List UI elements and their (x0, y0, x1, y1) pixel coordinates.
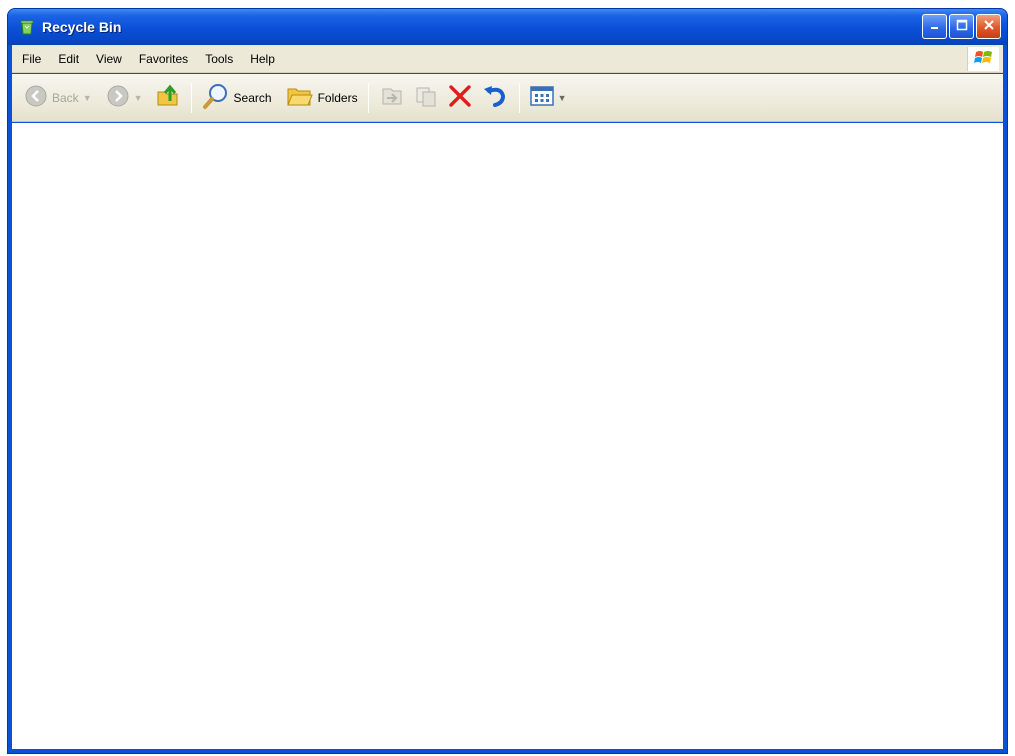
undo-button[interactable] (477, 80, 513, 116)
window-title: Recycle Bin (42, 19, 122, 35)
menu-favorites[interactable]: Favorites (139, 52, 188, 66)
search-button[interactable]: Search (198, 80, 276, 116)
copy-to-icon (413, 83, 439, 112)
recycle-bin-icon (18, 18, 36, 36)
toolbar-separator (518, 82, 520, 113)
forward-dropdown-icon[interactable]: ▼ (134, 93, 143, 103)
title-bar[interactable]: Recycle Bin (8, 9, 1007, 45)
views-button[interactable]: ▼ (526, 80, 571, 116)
folder-content-area[interactable] (12, 123, 1003, 749)
folders-label: Folders (317, 90, 358, 105)
minimize-button[interactable] (922, 14, 947, 39)
folders-button[interactable]: Folders (282, 80, 362, 116)
forward-button[interactable]: ▼ (102, 80, 147, 116)
menu-help[interactable]: Help (250, 52, 275, 66)
up-button[interactable] (151, 80, 185, 116)
back-button[interactable]: Back ▼ (20, 80, 96, 116)
menu-file[interactable]: File (22, 52, 41, 66)
folders-icon (286, 83, 314, 112)
toolbar-separator (367, 82, 369, 113)
move-to-button[interactable] (375, 80, 409, 116)
close-icon (983, 18, 995, 36)
copy-to-button[interactable] (409, 80, 443, 116)
toolbar-separator (190, 82, 192, 113)
maximize-button[interactable] (949, 14, 974, 39)
menu-view[interactable]: View (96, 52, 122, 66)
menu-bar: File Edit View Favorites Tools Help (12, 45, 1003, 73)
back-label: Back (52, 90, 79, 105)
explorer-window: Recycle Bin File Edit View Favorites Too… (7, 8, 1008, 754)
minimize-icon (929, 18, 941, 36)
search-label: Search (233, 90, 272, 105)
views-icon (529, 85, 554, 110)
views-dropdown-icon[interactable]: ▼ (558, 93, 567, 103)
menu-tools[interactable]: Tools (205, 52, 233, 66)
delete-x-icon (447, 83, 473, 112)
move-to-icon (379, 83, 405, 112)
back-arrow-icon (24, 84, 48, 111)
window-controls (922, 14, 1001, 39)
maximize-icon (956, 18, 968, 36)
close-button[interactable] (976, 14, 1001, 39)
delete-button[interactable] (443, 80, 477, 116)
back-dropdown-icon[interactable]: ▼ (83, 93, 92, 103)
folder-up-icon (155, 83, 181, 112)
undo-icon (481, 83, 509, 112)
windows-logo (967, 47, 999, 71)
standard-toolbar: Back ▼ ▼ Search Folders ▼ (12, 74, 1003, 122)
menu-edit[interactable]: Edit (58, 52, 79, 66)
windows-flag-icon (973, 49, 994, 70)
forward-arrow-icon (106, 84, 130, 111)
magnifier-icon (202, 82, 230, 113)
